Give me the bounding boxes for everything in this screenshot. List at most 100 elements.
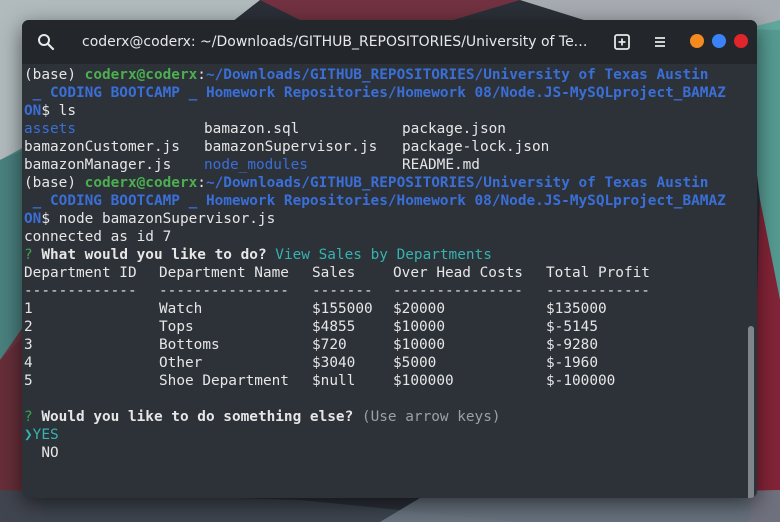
table-cell: $10000 [393,319,445,335]
prompt-command-line: ON$ node bamazonSupervisor.js [24,210,757,228]
scrollbar[interactable] [748,326,754,498]
table-header-row: Department ID Department Name Sales Over He… [24,264,757,282]
conda-env: (base) [24,175,85,191]
table-separator-row: ------------- --------------- ------- -----… [24,282,757,300]
table-cell: $4855 [312,319,356,335]
prompt-path-end: ON [24,211,42,227]
question-hint: (Use arrow keys) [361,409,501,425]
ls-entry: package-lock.json [402,139,550,155]
user-host: coderx@coderx [84,175,198,191]
table-cell: $10000 [393,337,445,353]
prompt-colon: : [197,67,206,83]
prompt-path: ~/Downloads/GITHUB_REPOSITORIES/Universi… [205,175,709,191]
table-cell: $5000 [393,355,437,371]
table-cell: Shoe Department [159,373,289,389]
terminal-output[interactable]: (base) coderx@coderx:~/Downloads/GITHUB_… [22,64,757,498]
table-row: 1 Watch $155000 $20000 $135000 [24,300,757,318]
question-answer: View Sales by Departments [275,247,492,263]
question-line: ? What would you like to do? View Sales … [24,246,757,264]
table-row: 5 Shoe Department $null $100000 $-100000 [24,372,757,390]
question-line: ? Would you like to do something else? (… [24,408,757,426]
table-cell: 5 [24,373,33,389]
choice-label: YES [32,427,59,443]
ls-entry: node_modules [204,157,308,173]
table-header: Over Head Costs [393,265,523,281]
command-text: node bamazonSupervisor.js [58,211,276,227]
table-cell: Tops [159,319,194,335]
table-cell: 4 [24,355,33,371]
title-bar: coderx@coderx: ~/Downloads/GITHUB_REPOSI… [22,20,757,64]
prompt-line: (base) coderx@coderx:~/Downloads/GITHUB_… [24,174,757,192]
table-cell: Watch [159,301,203,317]
table-separator: --------------- [393,283,523,299]
close-button[interactable] [734,34,748,48]
table-row: 3 Bottoms $720 $10000 $-9280 [24,336,757,354]
table-cell: $-1960 [546,355,598,371]
connection-status: connected as id 7 [24,229,172,245]
choice-label: NO [41,445,59,461]
terminal-window: coderx@coderx: ~/Downloads/GITHUB_REPOSI… [22,20,757,498]
search-icon[interactable] [36,32,56,52]
table-cell: 3 [24,337,33,353]
ls-entry: bamazonSupervisor.js [204,139,378,155]
ls-entry: README.md [402,157,480,173]
ls-row: bamazonCustomer.js bamazonSupervisor.js pa… [24,138,757,156]
new-tab-icon[interactable] [612,32,632,52]
window-title: coderx@coderx: ~/Downloads/GITHUB_REPOSI… [82,34,592,50]
prompt-command-line: ON$ ls [24,102,757,120]
question-mark: ? [24,247,33,263]
table-cell: $100000 [393,373,454,389]
prompt-dollar: $ [41,103,59,119]
table-cell: $null [312,373,356,389]
prompt-path-end: ON [24,103,42,119]
table-cell: 2 [24,319,33,335]
prompt-colon: : [197,175,206,191]
prompt-line: (base) coderx@coderx:~/Downloads/GITHUB_… [24,66,757,84]
table-cell: $155000 [312,301,373,317]
table-cell: 1 [24,301,33,317]
choice-no[interactable]: NO [24,444,757,462]
question-text: Would you like to do something else? [41,409,354,425]
choice-yes[interactable]: ❯YES [24,426,757,444]
table-separator: ------- [312,283,373,299]
table-cell: $720 [312,337,347,353]
table-cell: $-100000 [546,373,616,389]
table-header: Department Name [159,265,289,281]
table-cell: Other [159,355,203,371]
hamburger-menu-icon[interactable] [650,32,670,52]
minimize-button[interactable] [690,34,704,48]
ls-entry: bamazonManager.js [24,157,172,173]
table-row: 2 Tops $4855 $10000 $-5145 [24,318,757,336]
prompt-path-cont: _ CODING BOOTCAMP _ Homework Repositorie… [24,85,726,101]
command-text: ls [58,103,76,119]
question-text: What would you like to do? [41,247,267,263]
table-cell: $20000 [393,301,445,317]
user-host: coderx@coderx [84,67,198,83]
table-separator: --------------- [159,283,289,299]
table-header: Total Profit [546,265,650,281]
table-cell: $-9280 [546,337,598,353]
ls-row: assets bamazon.sql package.json [24,120,757,138]
conda-env: (base) [24,67,85,83]
table-cell: $-5145 [546,319,598,335]
ls-row: bamazonManager.js node_modules README.md [24,156,757,174]
prompt-path-cont: _ CODING BOOTCAMP _ Homework Repositorie… [24,193,726,209]
prompt-dollar: $ [41,211,59,227]
table-cell: $3040 [312,355,356,371]
maximize-button[interactable] [712,34,726,48]
ls-entry: package.json [402,121,506,137]
ls-entry: bamazon.sql [204,121,300,137]
table-cell: Bottoms [159,337,220,353]
ls-entry: bamazonCustomer.js [24,139,180,155]
pointer-icon: ❯ [24,427,33,443]
table-separator: ------------ [546,283,650,299]
prompt-path: ~/Downloads/GITHUB_REPOSITORIES/Universi… [205,67,709,83]
table-header: Department ID [24,265,137,281]
table-cell: $135000 [546,301,607,317]
table-separator: ------------- [24,283,137,299]
table-header: Sales [312,265,356,281]
question-mark: ? [24,409,33,425]
table-row: 4 Other $3040 $5000 $-1960 [24,354,757,372]
ls-entry: assets [24,121,76,137]
